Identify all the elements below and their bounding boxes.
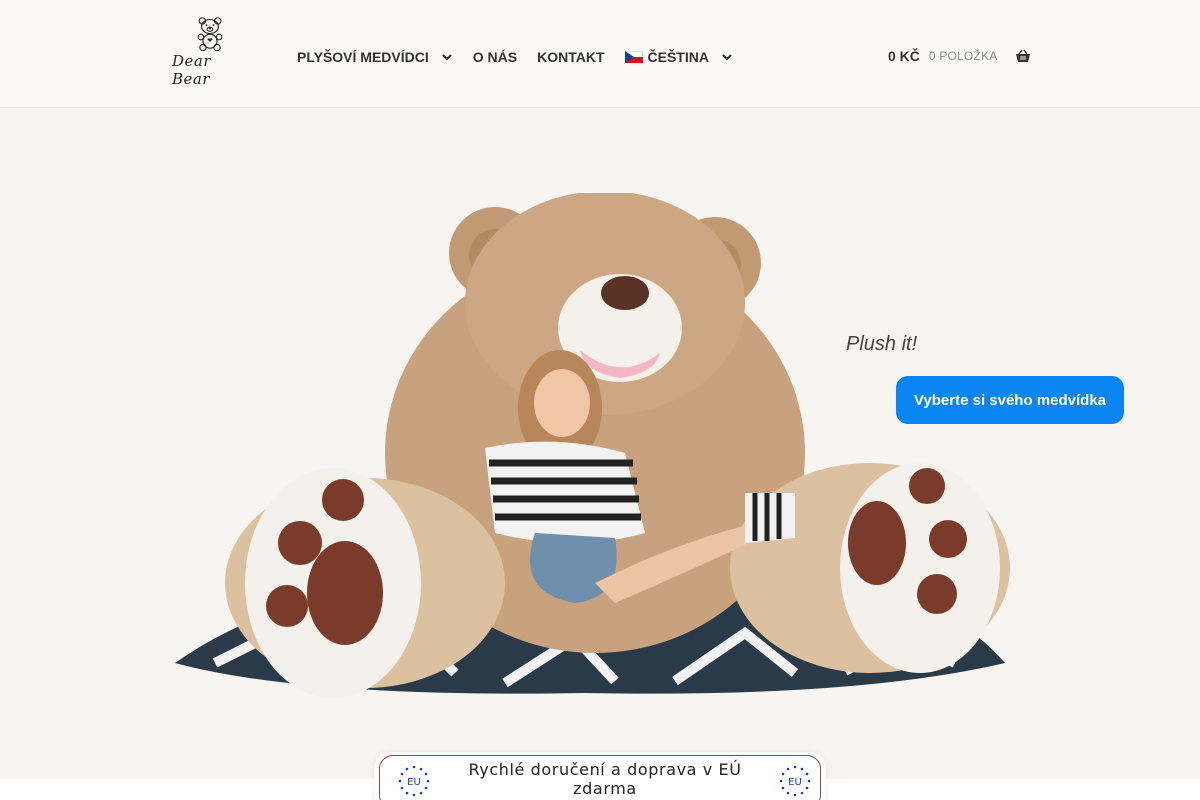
site-header: Dear Bear PLYŠOVÍ MEDVÍDCI O NÁS KONTAKT… [0,0,1200,108]
eu-stars-icon: EU [398,765,430,797]
nav-item-label: O NÁS [472,49,518,65]
shipping-message: Rychlé doručení a doprava v EÚ zdarma [468,760,742,798]
hero-tagline: Plush it! [846,333,918,355]
nav-item-label: ČEŠTINA [647,49,709,65]
nav-item-language[interactable]: ČEŠTINA [624,49,733,65]
eu-stars-icon: EU [779,765,811,797]
site-logo[interactable]: Dear Bear [172,16,248,88]
nav-item-about[interactable]: O NÁS [473,49,517,65]
logo-wordmark: Dear Bear [172,52,212,88]
nav-item-label: KONTAKT [537,49,605,65]
hero-banner: Plush it! Vyberte si svého medvídka [0,108,1200,779]
chevron-down-icon [722,54,732,61]
cart-summary[interactable]: 0 KČ 0 POLOŽKA [888,46,1031,66]
nav-item-contact[interactable]: KONTAKT [537,49,604,65]
main-navigation: PLYŠOVÍ MEDVÍDCI O NÁS KONTAKT ČEŠTINA [297,46,733,68]
chevron-down-icon [441,54,452,61]
badge-frame: EU Rychlé doručení a doprava v EÚ zdarma… [379,755,821,800]
eu-seal-label: EU [407,777,421,788]
free-shipping-badge: EU Rychlé doručení a doprava v EÚ zdarma… [374,752,826,800]
teddy-bear-logo-icon [197,17,223,51]
cart-amount: 0 KČ [888,48,920,64]
nav-item-plush-bears[interactable]: PLYŠOVÍ MEDVÍDCI [297,49,453,65]
cart-item-count: 0 POLOŽKA [928,49,998,63]
eu-seal-label: EU [788,777,802,788]
basket-icon[interactable] [1015,49,1031,63]
nav-item-label: PLYŠOVÍ MEDVÍDCI [297,49,429,65]
choose-bear-button[interactable]: Vyberte si svého medvídka [896,376,1124,424]
giant-teddy-bear-photo [175,193,1010,698]
czech-flag-icon [624,51,643,63]
